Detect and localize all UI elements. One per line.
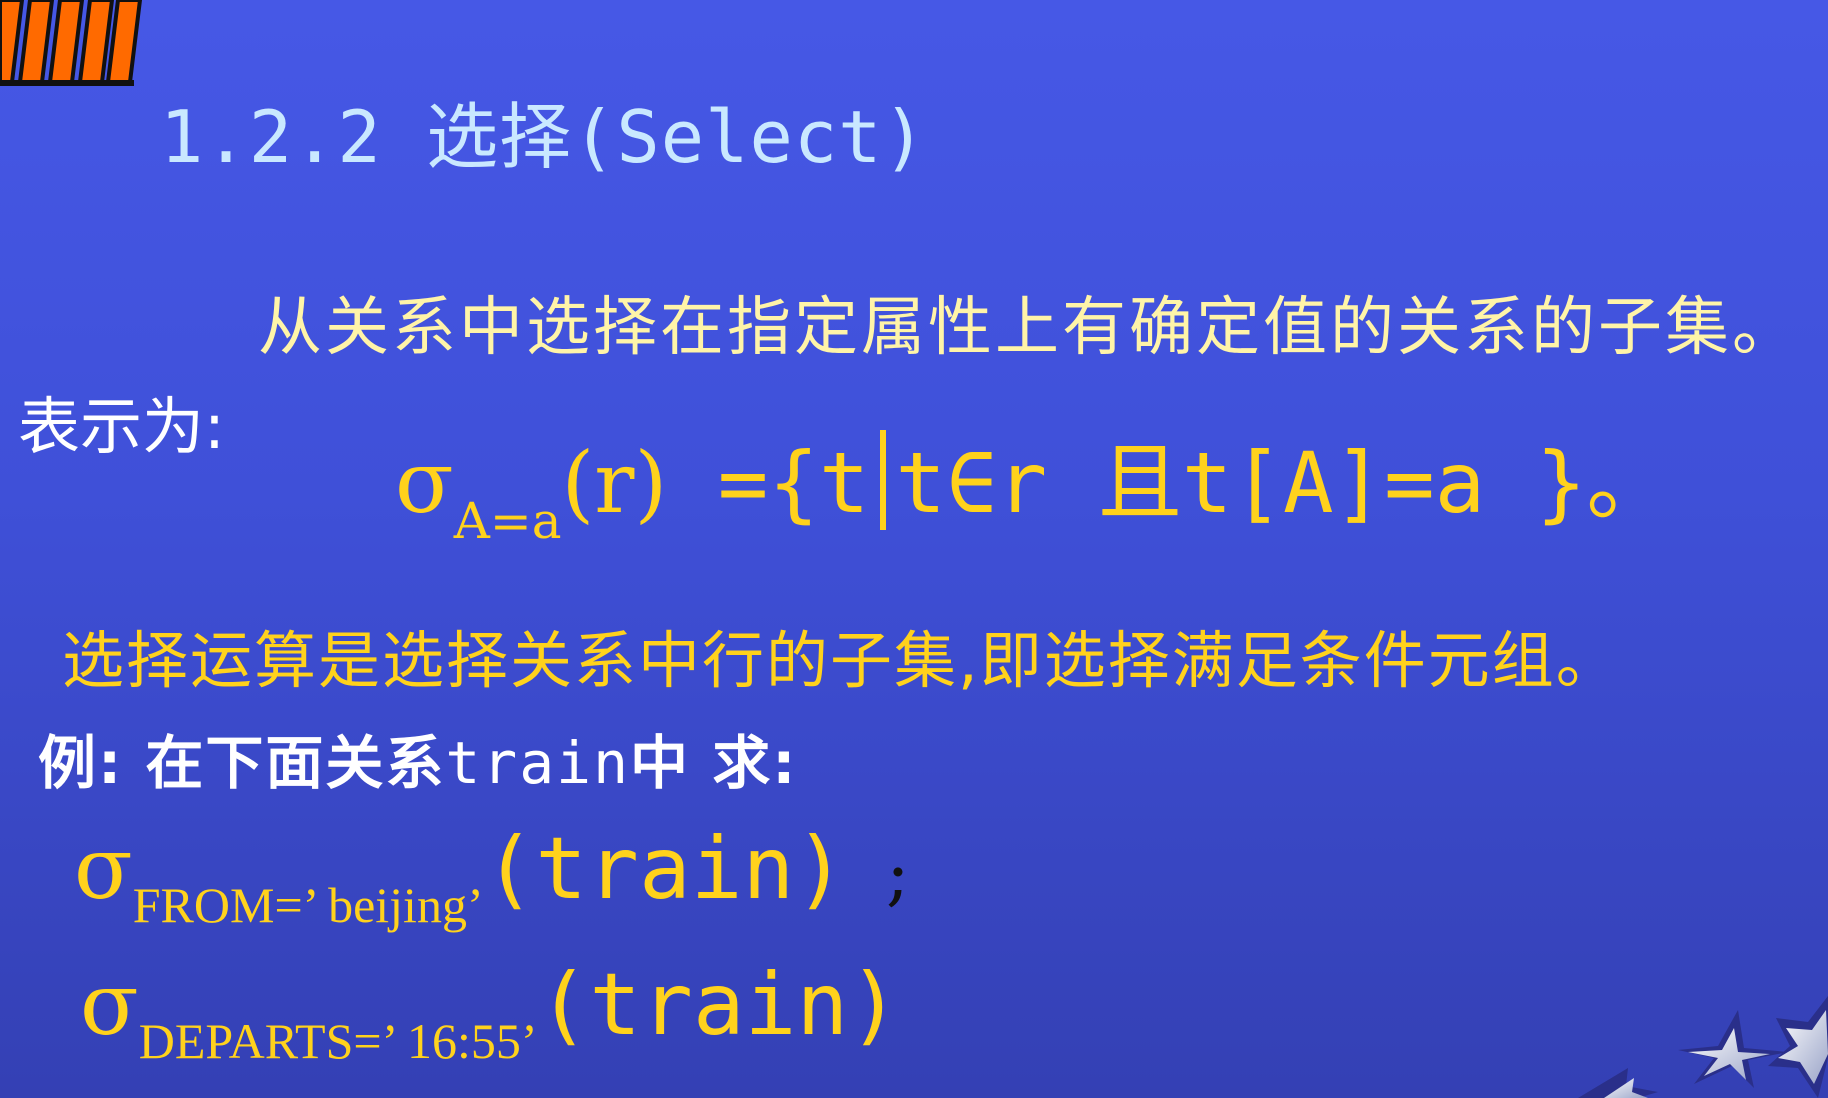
star-icon [1578,1068,1658,1098]
sigma-symbol: σ [74,819,133,919]
expression-condition: DEPARTS=’ 16:55’ [138,1013,538,1069]
expression-argument: (train) [537,955,901,1055]
star-icon [1768,996,1828,1098]
example-suffix: 中 求: [630,729,798,797]
formula-subscript: A=a [453,492,562,550]
selection-formula: σA=a(r) ={t t∈r 且t[A]=a }。 [395,430,1671,546]
example-prefix: 例: 在下面关系 [38,729,446,797]
selection-expression-2: σDEPARTS=’ 16:55’(train) [80,962,900,1066]
set-builder-bar [879,430,886,530]
expression-terminator: ; [886,833,910,915]
formula-argument: (r) [561,434,668,532]
star-icon [1678,1010,1788,1088]
sigma-symbol: σ [80,955,139,1055]
representation-label: 表示为: [18,390,225,463]
relation-name: train [445,729,630,797]
sigma-symbol: σ [395,433,454,533]
selection-explanation: 选择运算是选择关系中行的子集,即选择满足条件元组。 [62,624,1620,697]
example-prompt: 例: 在下面关系train中 求: [38,716,797,800]
decorative-stripes [0,0,143,86]
formula-set-open: ={t [667,434,870,532]
expression-condition: FROM=’ beijing’ [132,877,484,933]
decorative-stars [1578,996,1828,1098]
definition-text: 从关系中选择在指定属性上有确定值的关系的子集。 [258,291,1799,365]
formula-condition: t∈r 且t[A]=a }。 [895,434,1671,532]
expression-argument: (train) [483,819,847,919]
selection-expression-1: σFROM=’ beijing’(train); [74,826,910,930]
slide-title: 1.2.2 选择(Select) [160,95,927,179]
